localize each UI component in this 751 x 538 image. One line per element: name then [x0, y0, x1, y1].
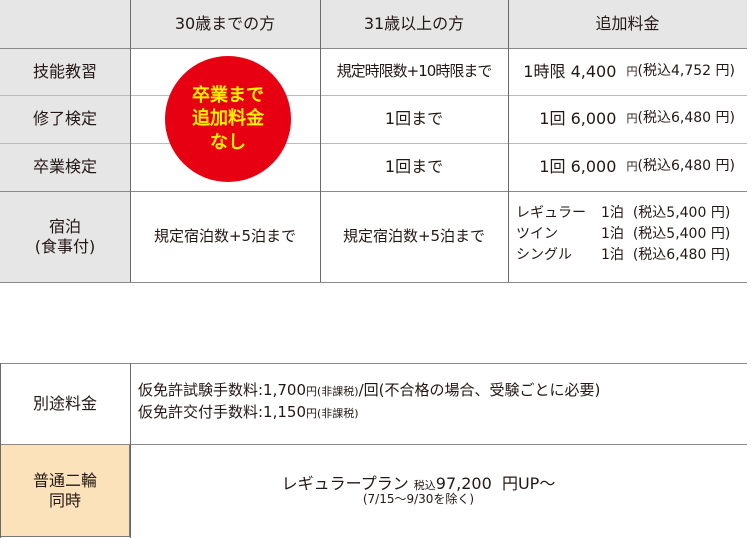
room-type: ツイン [516, 226, 558, 242]
plan-price: 97,200 [435, 474, 492, 494]
fee-tax: (税込4,752 円) [637, 62, 735, 79]
separate-fee-label: 別途料金 [32, 394, 97, 413]
fee-tax: (税込6,480 円) [637, 158, 735, 175]
completion-fee: 1回 6,000 円 (税込6,480 円) [508, 95, 747, 143]
lodging-room-twin: ツイン 1泊 (税込5,400 円) [516, 224, 730, 245]
issue-fee-tax: 円(非課税) [306, 407, 359, 420]
separate-fee-details: 仮免許試験手数料:1,700円(非課税)/回(不合格の場合、受験ごとに必要) 仮… [138, 380, 600, 424]
plan-suffix: 円UP〜 [501, 474, 556, 494]
fee-main: 1時限 4,400 [523, 61, 617, 81]
header-over31: 31歳以上の方 [363, 14, 465, 33]
plan-name: レギュラープラン [281, 474, 409, 494]
exam-fee: 仮免許試験手数料:1,700 [138, 381, 306, 399]
room-price: (税込5,400 円) [632, 226, 731, 242]
plan-note: (7/15〜9/30を除く) [362, 491, 475, 506]
row-label-graduation: 卒業検定 [32, 157, 97, 176]
room-price: (税込6,480 円) [632, 247, 731, 263]
badge-line: なし [210, 131, 246, 153]
badge-line: 追加料金 [192, 108, 264, 130]
room-nights: 1泊 [601, 226, 624, 242]
room-price: (税込5,400 円) [632, 205, 731, 221]
completion-over31: 1回まで [384, 109, 444, 128]
fee-main: 1回 6,000 [539, 157, 617, 176]
plan-tax: 税込 [413, 479, 436, 493]
lodging-under30: 規定宿泊数+5泊まで [153, 227, 297, 246]
header-additional-fee: 追加料金 [595, 14, 660, 33]
issue-fee: 仮免許交付手数料:1,150 [138, 403, 306, 421]
fee-yen: 円 [626, 160, 638, 174]
no-additional-fee-badge: 卒業まで 追加料金 なし [165, 56, 291, 182]
lodging-fees: レギュラー 1泊 (税込5,400 円) ツイン 1泊 (税込5,400 円) シン… [516, 203, 730, 266]
fee-yen: 円 [626, 112, 638, 126]
room-type: レギュラー [516, 205, 586, 221]
badge-line: 卒業まで [192, 84, 264, 106]
lodging-over31: 規定宿泊数+5泊まで [342, 227, 486, 246]
fee-yen: 円 [626, 64, 638, 78]
skill-fee: 1時限 4,400 円 (税込4,752 円) [508, 48, 747, 95]
motorcycle-label-line: 普通二輪 [32, 470, 97, 490]
fee-main: 1回 6,000 [539, 109, 617, 128]
row-label-lodging: 宿泊 (食事付) [0, 191, 130, 282]
graduation-over31: 1回まで [384, 157, 444, 176]
lodging-meal-label: (食事付) [34, 236, 96, 256]
header-under30: 30歳までの方 [174, 14, 276, 33]
skill-over31: 規定時限数+10時限まで [336, 62, 493, 81]
row-label-skill: 技能教習 [32, 61, 97, 81]
room-nights: 1泊 [601, 247, 624, 263]
graduation-fee: 1回 6,000 円 (税込6,480 円) [508, 143, 747, 191]
fee-tax: (税込6,480 円) [637, 110, 735, 127]
lodging-room-regular: レギュラー 1泊 (税込5,400 円) [516, 203, 730, 224]
lodging-label: 宿泊 [48, 216, 81, 236]
motorcycle-label: 普通二輪 同時 [0, 444, 130, 537]
room-nights: 1泊 [601, 205, 624, 221]
exam-fee-tax: 円(非課税) [306, 385, 359, 398]
lodging-room-single: シングル 1泊 (税込6,480 円) [516, 245, 730, 266]
motorcycle-label-line: 同時 [48, 490, 81, 510]
room-type: シングル [516, 247, 572, 263]
motorcycle-plan: レギュラープラン 税込97,200 円UP〜 (7/15〜9/30を除く) [130, 444, 747, 537]
exam-fee-note: /回(不合格の場合、受験ごとに必要) [358, 381, 601, 399]
row-label-completion: 修了検定 [32, 109, 97, 128]
